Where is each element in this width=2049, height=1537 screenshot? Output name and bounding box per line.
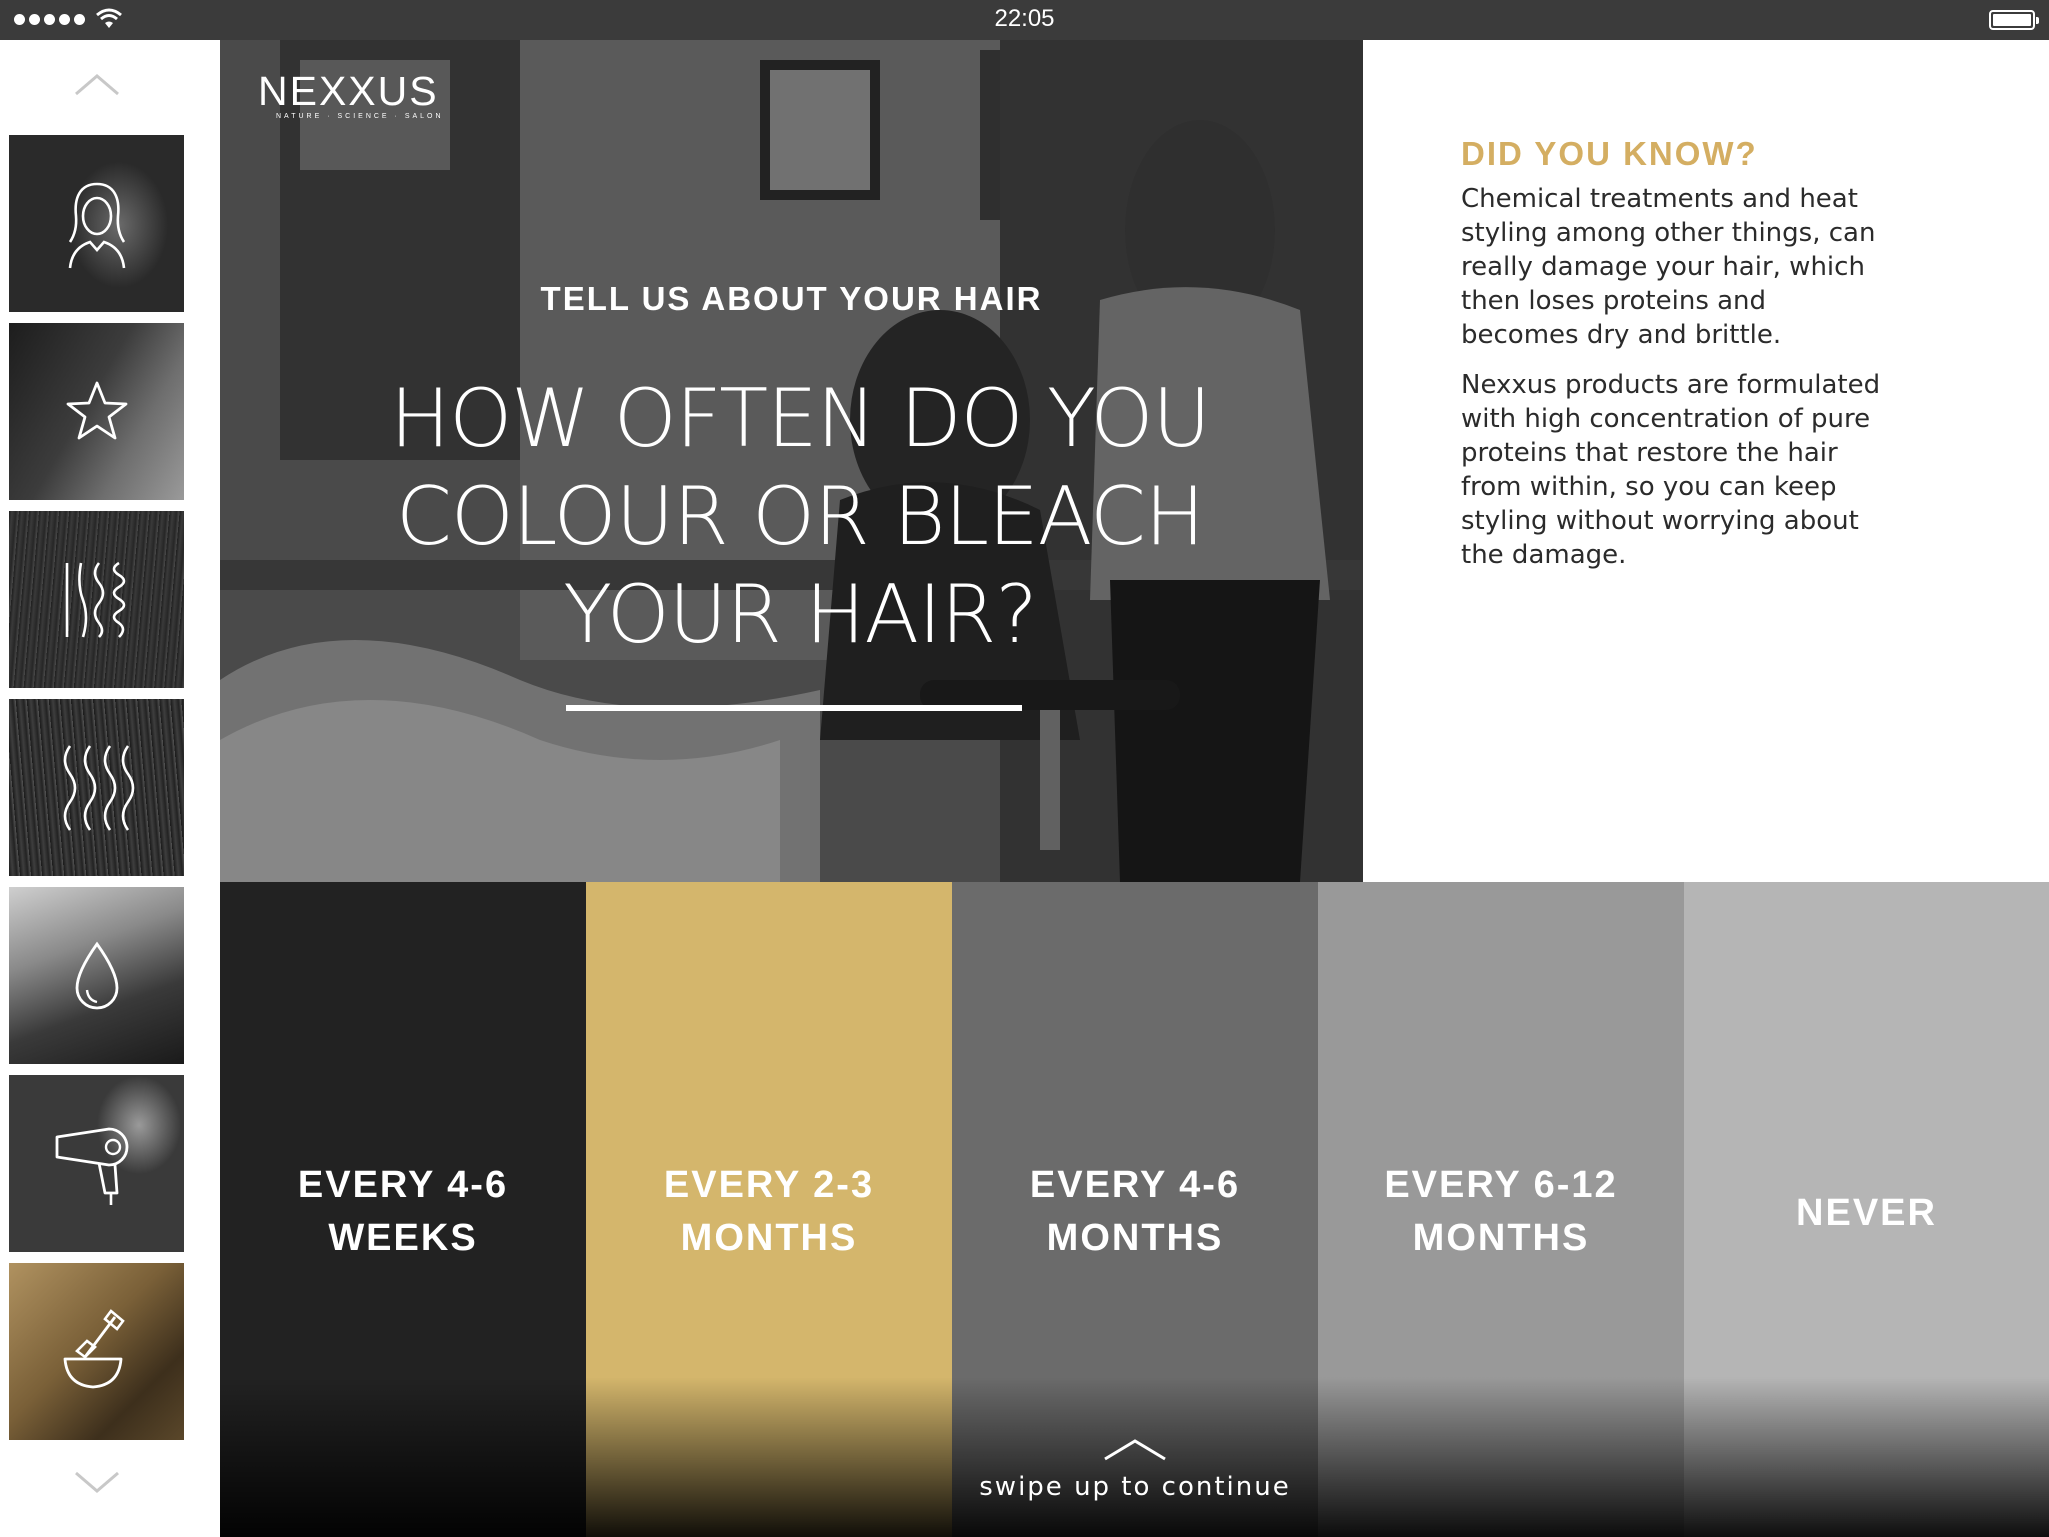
- option-every-6-12-months[interactable]: EVERY 6-12 MONTHS: [1318, 882, 1684, 1537]
- hair-dryer-icon: [55, 1127, 128, 1205]
- wavy-hair-icon: [63, 744, 134, 831]
- brand-logo: NEXXUS NATURE · SCIENCE · SALON: [258, 68, 444, 120]
- water-drop-icon: [75, 941, 118, 1009]
- chevron-up-icon[interactable]: [72, 70, 122, 100]
- option-label: MONTHS: [1412, 1217, 1590, 1259]
- sidebar-item-washing[interactable]: [9, 887, 184, 1064]
- option-never[interactable]: NEVER: [1684, 882, 2049, 1537]
- brand-name: NEXXUS: [258, 68, 439, 114]
- swipe-up-hint[interactable]: swipe up to continue: [960, 1437, 1310, 1502]
- section-kicker: TELL US ABOUT YOUR HAIR: [540, 280, 1043, 317]
- dye-brush-bowl-icon: [63, 1308, 125, 1388]
- option-every-4-6-weeks[interactable]: EVERY 4-6 WEEKS: [220, 882, 586, 1537]
- sidebar-item-hair-goals[interactable]: [9, 323, 184, 500]
- option-every-2-3-months[interactable]: EVERY 2-3 MONTHS: [586, 882, 952, 1537]
- question-line: COLOUR OR BLEACH: [396, 470, 1205, 563]
- swipe-up-label: swipe up to continue: [979, 1472, 1291, 1502]
- sidebar-item-colouring[interactable]: [9, 1263, 184, 1440]
- brand-tagline: NATURE · SCIENCE · SALON: [276, 113, 444, 120]
- sidebar-item-hair-type[interactable]: [9, 511, 184, 688]
- option-label: NEVER: [1796, 1192, 1937, 1234]
- sidebar-item-hair-profile[interactable]: [9, 135, 184, 312]
- sidebar-item-styling[interactable]: [9, 1075, 184, 1252]
- chevron-down-icon[interactable]: [72, 1467, 122, 1497]
- did-you-know-panel: DID YOU KNOW? Chemical treatments and he…: [1363, 40, 2049, 882]
- hero-panel: NEXXUS NATURE · SCIENCE · SALON TELL US …: [220, 40, 1363, 882]
- woman-head-icon: [68, 182, 125, 268]
- status-time: 22:05: [994, 5, 1055, 32]
- option-label: MONTHS: [1046, 1217, 1224, 1259]
- hair-types-icon: [65, 561, 125, 638]
- info-title: DID YOU KNOW?: [1461, 135, 1758, 172]
- option-label: EVERY 4-6: [1029, 1164, 1241, 1206]
- option-label: WEEKS: [328, 1217, 478, 1259]
- sidebar: [0, 40, 220, 1537]
- info-paragraph: Nexxus products are formulated with high…: [1461, 370, 1881, 570]
- heading-underline: [566, 705, 1022, 711]
- sidebar-item-hair-texture[interactable]: [9, 699, 184, 876]
- question-line: HOW OFTEN DO YOU: [390, 372, 1211, 465]
- question-line: YOUR HAIR?: [563, 568, 1038, 661]
- battery-icon: [1989, 10, 2039, 30]
- info-paragraph: Chemical treatments and heat styling amo…: [1461, 184, 1876, 350]
- option-label: EVERY 6-12: [1384, 1164, 1618, 1206]
- status-bar: 22:05: [0, 0, 2049, 40]
- question-heading: HOW OFTEN DO YOU COLOUR OR BLEACH YOUR H…: [300, 370, 1300, 664]
- chevron-up-icon: [1104, 1439, 1166, 1461]
- option-label: EVERY 4-6: [297, 1164, 509, 1206]
- option-label: EVERY 2-3: [663, 1164, 875, 1206]
- option-label: MONTHS: [680, 1217, 858, 1259]
- star-icon: [66, 381, 127, 439]
